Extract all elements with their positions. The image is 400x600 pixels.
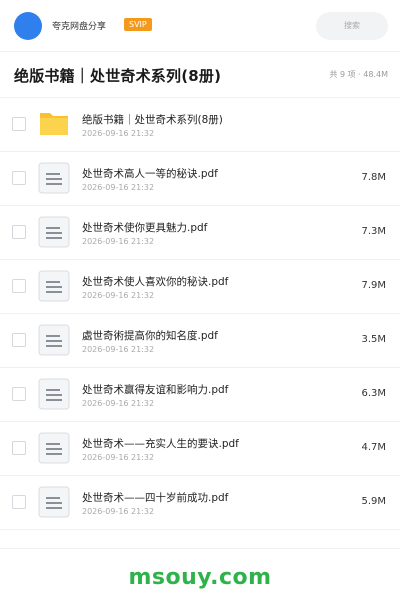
file-date: 2026-09-16 21:32 (82, 507, 155, 516)
file-size: 7.8M (361, 172, 386, 183)
file-name: 绝版书籍｜处世奇术系列(8册) (82, 114, 223, 126)
search-input[interactable]: 搜索 (316, 12, 388, 40)
row-checkbox[interactable] (12, 387, 26, 401)
document-icon (38, 324, 70, 356)
file-row[interactable]: 處世奇術提高你的知名度.pdf 2026-09-16 21:32 3.5M (0, 314, 400, 368)
file-row[interactable]: 处世奇术高人一等的秘诀.pdf 2026-09-16 21:32 7.8M (0, 152, 400, 206)
file-date: 2026-09-16 21:32 (82, 183, 155, 192)
file-row[interactable]: 处世奇术使你更具魅力.pdf 2026-09-16 21:32 7.3M (0, 206, 400, 260)
row-checkbox[interactable] (12, 171, 26, 185)
app-name: 夸克网盘分享 (52, 22, 107, 32)
folder-header: 绝版书籍｜处世奇术系列(8册) 共 9 项 · 48.4M (0, 52, 400, 98)
row-checkbox[interactable] (12, 495, 26, 509)
file-size: 6.3M (361, 388, 386, 399)
file-row[interactable]: 处世奇术赢得友谊和影响力.pdf 2026-09-16 21:32 6.3M (0, 368, 400, 422)
file-date: 2026-09-16 21:32 (82, 237, 155, 246)
top-bar: 夸克网盘分享 SVIP 搜索 (0, 0, 400, 52)
folder-icon (38, 108, 70, 140)
file-name: 处世奇术——四十岁前成功.pdf (82, 492, 229, 504)
file-date: 2026-09-16 21:32 (82, 129, 155, 138)
document-icon (38, 162, 70, 194)
document-icon (38, 432, 70, 464)
file-size: 4.7M (361, 442, 386, 453)
file-list: 绝版书籍｜处世奇术系列(8册) 2026-09-16 21:32 处世奇术高人一等的… (0, 98, 400, 530)
file-size: 5.9M (361, 496, 386, 507)
folder-meta: 共 9 项 · 48.4M (329, 70, 388, 79)
file-name: 处世奇术使你更具魅力.pdf (82, 222, 208, 234)
file-row[interactable]: 处世奇术使人喜欢你的秘诀.pdf 2026-09-16 21:32 7.9M (0, 260, 400, 314)
row-checkbox[interactable] (12, 333, 26, 347)
file-size: 7.3M (361, 226, 386, 237)
file-name: 处世奇术赢得友谊和影响力.pdf (82, 384, 229, 396)
row-checkbox[interactable] (12, 225, 26, 239)
file-row[interactable]: 处世奇术——充实人生的要诀.pdf 2026-09-16 21:32 4.7M (0, 422, 400, 476)
watermark: msouy.com (128, 565, 272, 590)
file-size: 3.5M (361, 334, 386, 345)
file-date: 2026-09-16 21:32 (82, 399, 155, 408)
svip-badge: SVIP (124, 18, 152, 31)
document-icon (38, 216, 70, 248)
file-date: 2026-09-16 21:32 (82, 453, 155, 462)
page-title: 绝版书籍｜处世奇术系列(8册) (14, 67, 222, 85)
file-date: 2026-09-16 21:32 (82, 345, 155, 354)
avatar[interactable] (14, 12, 42, 40)
row-checkbox[interactable] (12, 441, 26, 455)
row-checkbox[interactable] (12, 279, 26, 293)
file-name: 处世奇术使人喜欢你的秘诀.pdf (82, 276, 229, 288)
file-row[interactable]: 处世奇术——四十岁前成功.pdf 2026-09-16 21:32 5.9M (0, 476, 400, 530)
file-size: 7.9M (361, 280, 386, 291)
document-icon (38, 378, 70, 410)
file-name: 處世奇術提高你的知名度.pdf (82, 330, 218, 342)
row-checkbox[interactable] (12, 117, 26, 131)
file-name: 处世奇术——充实人生的要诀.pdf (82, 438, 239, 450)
document-icon (38, 270, 70, 302)
file-row[interactable]: 绝版书籍｜处世奇术系列(8册) 2026-09-16 21:32 (0, 98, 400, 152)
document-icon (38, 486, 70, 518)
file-date: 2026-09-16 21:32 (82, 291, 155, 300)
footer: msouy.com (0, 548, 400, 600)
file-name: 处世奇术高人一等的秘诀.pdf (82, 168, 218, 180)
